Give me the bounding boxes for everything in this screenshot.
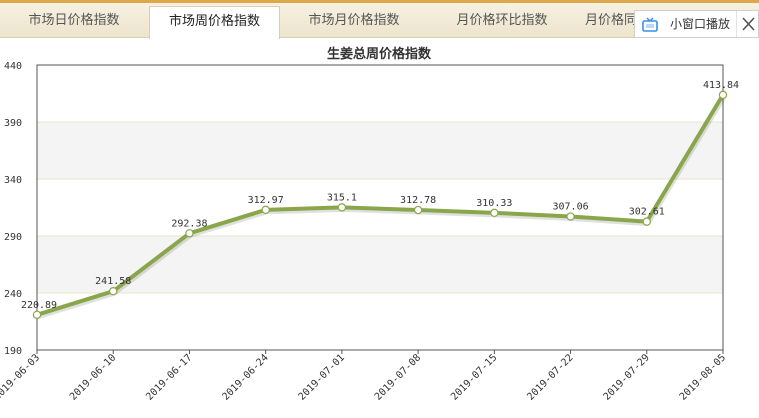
y-tick-label: 240 xyxy=(4,289,22,300)
data-point xyxy=(261,205,270,215)
data-point xyxy=(185,229,194,238)
close-icon xyxy=(742,17,755,31)
data-label: 292.38 xyxy=(171,218,207,229)
tab-monthly-index[interactable]: 市场月价格指数 xyxy=(280,6,428,38)
data-point xyxy=(718,90,728,100)
data-label: 312.78 xyxy=(400,195,436,206)
x-tick-label: 2019-06-03 xyxy=(0,352,42,402)
data-label: 302.61 xyxy=(629,207,665,218)
y-tick-label: 390 xyxy=(4,118,22,129)
data-label: 220.89 xyxy=(21,300,57,311)
x-tick-label: 2019-07-08 xyxy=(373,352,423,402)
x-tick-label: 2019-06-24 xyxy=(220,352,270,402)
weekly-price-index-chart: 生姜总周价格指数 190 240 290 340 390 440 2019-06-03 20… xyxy=(0,46,739,403)
x-tick-label: 2019-06-10 xyxy=(68,352,118,402)
mini-window-label[interactable]: 小窗口播放 xyxy=(670,11,730,37)
mini-window-panel[interactable]: 小窗口播放 xyxy=(634,10,759,38)
data-point xyxy=(566,212,575,221)
data-point xyxy=(337,203,347,212)
grid-band xyxy=(37,236,723,293)
grid-band xyxy=(37,122,723,179)
x-tick-label: 2019-07-01 xyxy=(297,352,347,402)
data-point xyxy=(490,208,499,218)
data-label: 310.33 xyxy=(476,198,512,209)
data-point xyxy=(413,205,423,215)
chart-area: 生姜总周价格指数 190 240 290 340 390 440 2019-06-03 20… xyxy=(0,38,759,414)
tab-bar-accent xyxy=(0,0,759,3)
data-label: 241.58 xyxy=(95,276,131,287)
tv-icon xyxy=(642,17,658,32)
y-tick-label: 190 xyxy=(4,346,22,357)
y-tick-label: 440 xyxy=(4,61,22,72)
tab-weekly-index[interactable]: 市场周价格指数 xyxy=(149,6,280,39)
data-point xyxy=(32,310,42,319)
data-point xyxy=(642,217,651,226)
chart-title: 生姜总周价格指数 xyxy=(327,46,432,62)
data-label: 312.97 xyxy=(248,195,284,206)
x-tick-label: 2019-07-22 xyxy=(525,352,575,402)
tab-monthly-yoy-index[interactable]: 月价格同 xyxy=(576,6,634,38)
data-point xyxy=(109,286,118,296)
data-label: 315.1 xyxy=(327,192,357,203)
data-label: 307.06 xyxy=(552,202,588,213)
x-tick-label: 2019-06-17 xyxy=(144,352,194,402)
close-button[interactable] xyxy=(736,11,759,37)
y-tick-label: 340 xyxy=(4,175,22,186)
x-tick-label: 2019-07-15 xyxy=(449,352,499,402)
tab-daily-index[interactable]: 市场日价格指数 xyxy=(0,6,148,38)
tab-monthly-mom-index[interactable]: 月价格环比指数 xyxy=(428,6,576,38)
x-tick-label: 2019-07-29 xyxy=(602,352,652,402)
x-tick-label: 2019-08-05 xyxy=(678,352,728,402)
data-label: 413.84 xyxy=(703,80,739,91)
y-tick-label: 290 xyxy=(4,232,22,243)
